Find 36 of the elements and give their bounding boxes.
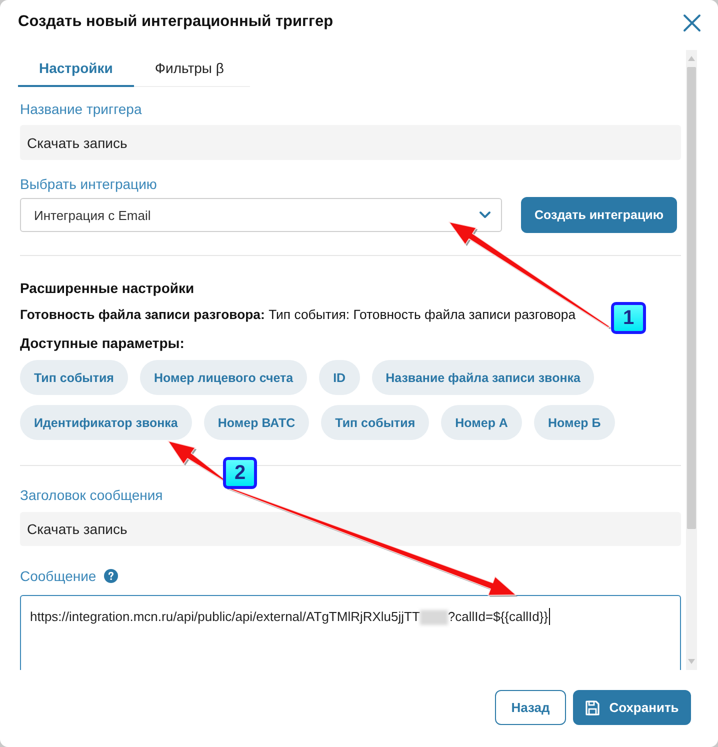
field-label: Сообщение — [20, 567, 96, 585]
event-description: Готовность файла записи разговора: Тип события: Готовность файла записи разговора — [20, 306, 576, 324]
parameter-chip[interactable]: Номер ВАТС — [204, 405, 310, 440]
text-cursor — [549, 608, 550, 625]
parameter-chip[interactable]: Тип события — [321, 405, 430, 440]
parameter-chip[interactable]: Номер А — [441, 405, 522, 440]
parameter-chip[interactable]: Название файла записи звонка — [372, 360, 594, 395]
save-button[interactable]: Сохранить — [573, 690, 691, 725]
parameter-chip[interactable]: Идентификатор звонка — [20, 405, 192, 440]
chevron-down-icon — [479, 211, 491, 219]
trigger-name-field[interactable]: Скачать запись — [20, 125, 681, 160]
tab[interactable]: Фильтры β — [134, 50, 245, 87]
integration-dropdown[interactable]: Интеграция с Email — [20, 198, 502, 232]
field-label: Заголовок сообщения — [20, 486, 163, 504]
help-icon[interactable] — [104, 569, 118, 583]
tab[interactable]: Настройки — [18, 50, 134, 87]
parameters-heading: Доступные параметры: — [20, 334, 184, 352]
scroll-up-icon[interactable] — [688, 56, 695, 61]
create-integration-button[interactable]: Создать интеграцию — [521, 197, 677, 233]
parameter-chip[interactable]: Номер Б — [534, 405, 615, 440]
parameter-chip[interactable]: ID — [319, 360, 360, 395]
message-field[interactable]: https://integration.mcn.ru/api/public/api/external/ATgTMlRjRXlu5jjTT ?callId=${{callId}} — [20, 595, 681, 670]
parameter-chip[interactable]: Номер лицевого счета — [140, 360, 308, 395]
callout-badge: 2 — [223, 457, 257, 489]
dialog-title: Создать новый интеграционный триггер — [18, 13, 334, 31]
scroll-down-icon[interactable] — [688, 659, 695, 664]
scrollbar[interactable] — [686, 50, 697, 670]
field-label: Выбрать интеграцию — [20, 175, 157, 193]
message-subject-field[interactable]: Скачать запись — [20, 512, 681, 546]
parameter-chip[interactable]: Тип события — [20, 360, 128, 395]
scrollbar-thumb[interactable] — [687, 67, 696, 529]
close-icon[interactable] — [683, 14, 701, 32]
back-button[interactable]: Назад — [495, 690, 566, 725]
field-label: Название триггера — [20, 100, 142, 118]
section-heading: Расширенные настройки — [20, 279, 194, 297]
callout-badge: 1 — [611, 302, 646, 334]
